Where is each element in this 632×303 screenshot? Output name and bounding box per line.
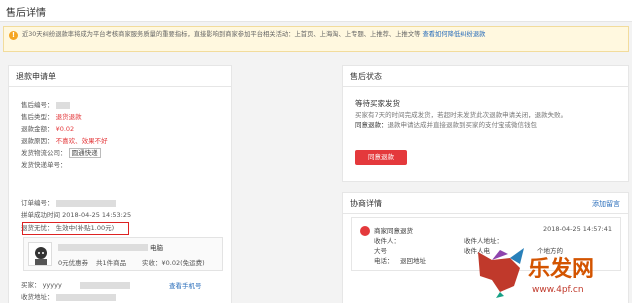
pay-time-label: 拼单成功时间 (21, 211, 60, 219)
negotiation-panel-title: 协商详情 (343, 193, 628, 214)
watermark-title: 乐发网 (528, 256, 594, 282)
coupon-text: 0元优惠券 (58, 259, 89, 267)
address-row: 收货地址： (21, 292, 116, 302)
buyer-name: yyyyy (42, 281, 62, 289)
agree-refund-button[interactable]: 同意退款 (355, 150, 407, 165)
add-message-link[interactable]: 添加留言 (592, 199, 620, 209)
order-number-row: 订单编号： (21, 198, 116, 208)
logistics-value: 圆通快递 (68, 148, 101, 158)
paid-amount: 实收：¥0.02(免运费) (142, 259, 205, 267)
redacted-product-name (58, 244, 148, 251)
after-sale-type-label: 售后类型： (21, 113, 54, 121)
phone-label: 电话： (374, 257, 394, 265)
pay-time-row: 拼单成功时间 2018-04-25 14:53:25 (21, 210, 131, 220)
address-label: 收货地址： (21, 293, 54, 301)
order-number-label: 订单编号： (21, 199, 54, 207)
merchant-icon (360, 226, 370, 236)
return-address-label: 退回地址 (400, 257, 426, 265)
refund-application-panel: 退款申请单 售后编号： 售后类型： 退货退款 退款金额： ¥0.02 退款原因：… (8, 65, 232, 303)
notice-text: 近30天纠纷退款率将成为平台考核商家服务质量的重要指标，直接影响到商家参加平台相… (22, 31, 421, 38)
after-sale-type-row: 售后类型： 退货退款 (21, 112, 82, 122)
notice-banner: ! 近30天纠纷退款率将成为平台考核商家服务质量的重要指标，直接影响到商家参加平… (3, 26, 629, 52)
logistics-label: 发货物流公司： (21, 149, 67, 157)
bull-logo-icon: 乐发网 www.4pf.cn (478, 248, 594, 298)
product-name-suffix: 电脑 (150, 244, 163, 252)
watermark: 乐发网 www.4pf.cn (470, 240, 630, 300)
notice-link[interactable]: 查看如何降低纠纷退款 (422, 31, 485, 38)
after-sale-code-label: 售后编号： (21, 101, 54, 109)
buyer-label: 买家： (21, 281, 41, 289)
agree-label: 同意退款： (355, 121, 388, 129)
refund-panel-title: 退款申请单 (9, 66, 231, 87)
refund-amount-label: 退款金额： (21, 125, 54, 133)
refund-reason-label: 退款原因： (21, 137, 54, 145)
redacted-value (79, 281, 130, 289)
receiver-label: 收件人： (374, 237, 400, 245)
page-title: 售后详情 (0, 0, 632, 22)
view-phone-link[interactable]: 查看手机号 (169, 280, 202, 290)
watermark-url: www.4pf.cn (532, 285, 584, 295)
warning-icon: ! (9, 31, 18, 40)
status-text: 买家有7天的时间完成发货，若超时未发货此次退款申请关闭，退款失败。 (355, 111, 568, 119)
tracking-row: 发货快递单号： (21, 160, 67, 170)
after-sale-code-row: 售后编号： (21, 100, 70, 110)
tracking-label: 发货快递单号： (21, 161, 67, 169)
redacted-value (55, 293, 116, 301)
status-description: 买家有7天的时间完成发货，若超时未发货此次退款申请关闭，退款失败。 同意退款：退… (355, 110, 620, 130)
status-title: 等待买家发货 (355, 99, 400, 108)
receiver-mid: 大号 (374, 247, 387, 255)
after-sale-type-value: 退货退款 (55, 113, 82, 121)
agree-text: 退款申请达成并直接退款到买家的支付宝或微信钱包 (387, 121, 538, 129)
logistics-row: 发货物流公司： 圆通快递 (21, 148, 101, 158)
after-sale-status-panel: 售后状态 等待买家发货 买家有7天的时间完成发货，若超时未发货此次退款申请关闭，… (342, 65, 629, 182)
agree-info: 同意退款：退款申请达成并直接退款到买家的支付宝或微信钱包 (355, 120, 620, 130)
negotiation-item-title: 商家同意退货 (374, 227, 413, 235)
status-panel-title: 售后状态 (343, 66, 628, 87)
negotiation-item-time: 2018-04-25 14:57:41 (542, 225, 612, 233)
pay-time-value: 2018-04-25 14:53:25 (62, 211, 132, 219)
redacted-value (55, 199, 116, 207)
product-thumbnail (28, 242, 52, 266)
item-count: 共1件商品 (96, 259, 127, 267)
refund-amount-row: 退款金额： ¥0.02 (21, 124, 74, 134)
refund-reason-row: 退款原因： 不喜欢、效果不好 (21, 136, 108, 146)
refund-reason-value: 不喜欢、效果不好 (55, 137, 108, 145)
redacted-value (55, 101, 70, 109)
highlight-box (22, 222, 129, 235)
buyer-row: 买家： yyyyy (21, 280, 130, 290)
product-card[interactable]: 电脑 0元优惠券 共1件商品 实收：¥0.02(免运费) (23, 237, 223, 271)
refund-amount-value: ¥0.02 (55, 125, 75, 133)
